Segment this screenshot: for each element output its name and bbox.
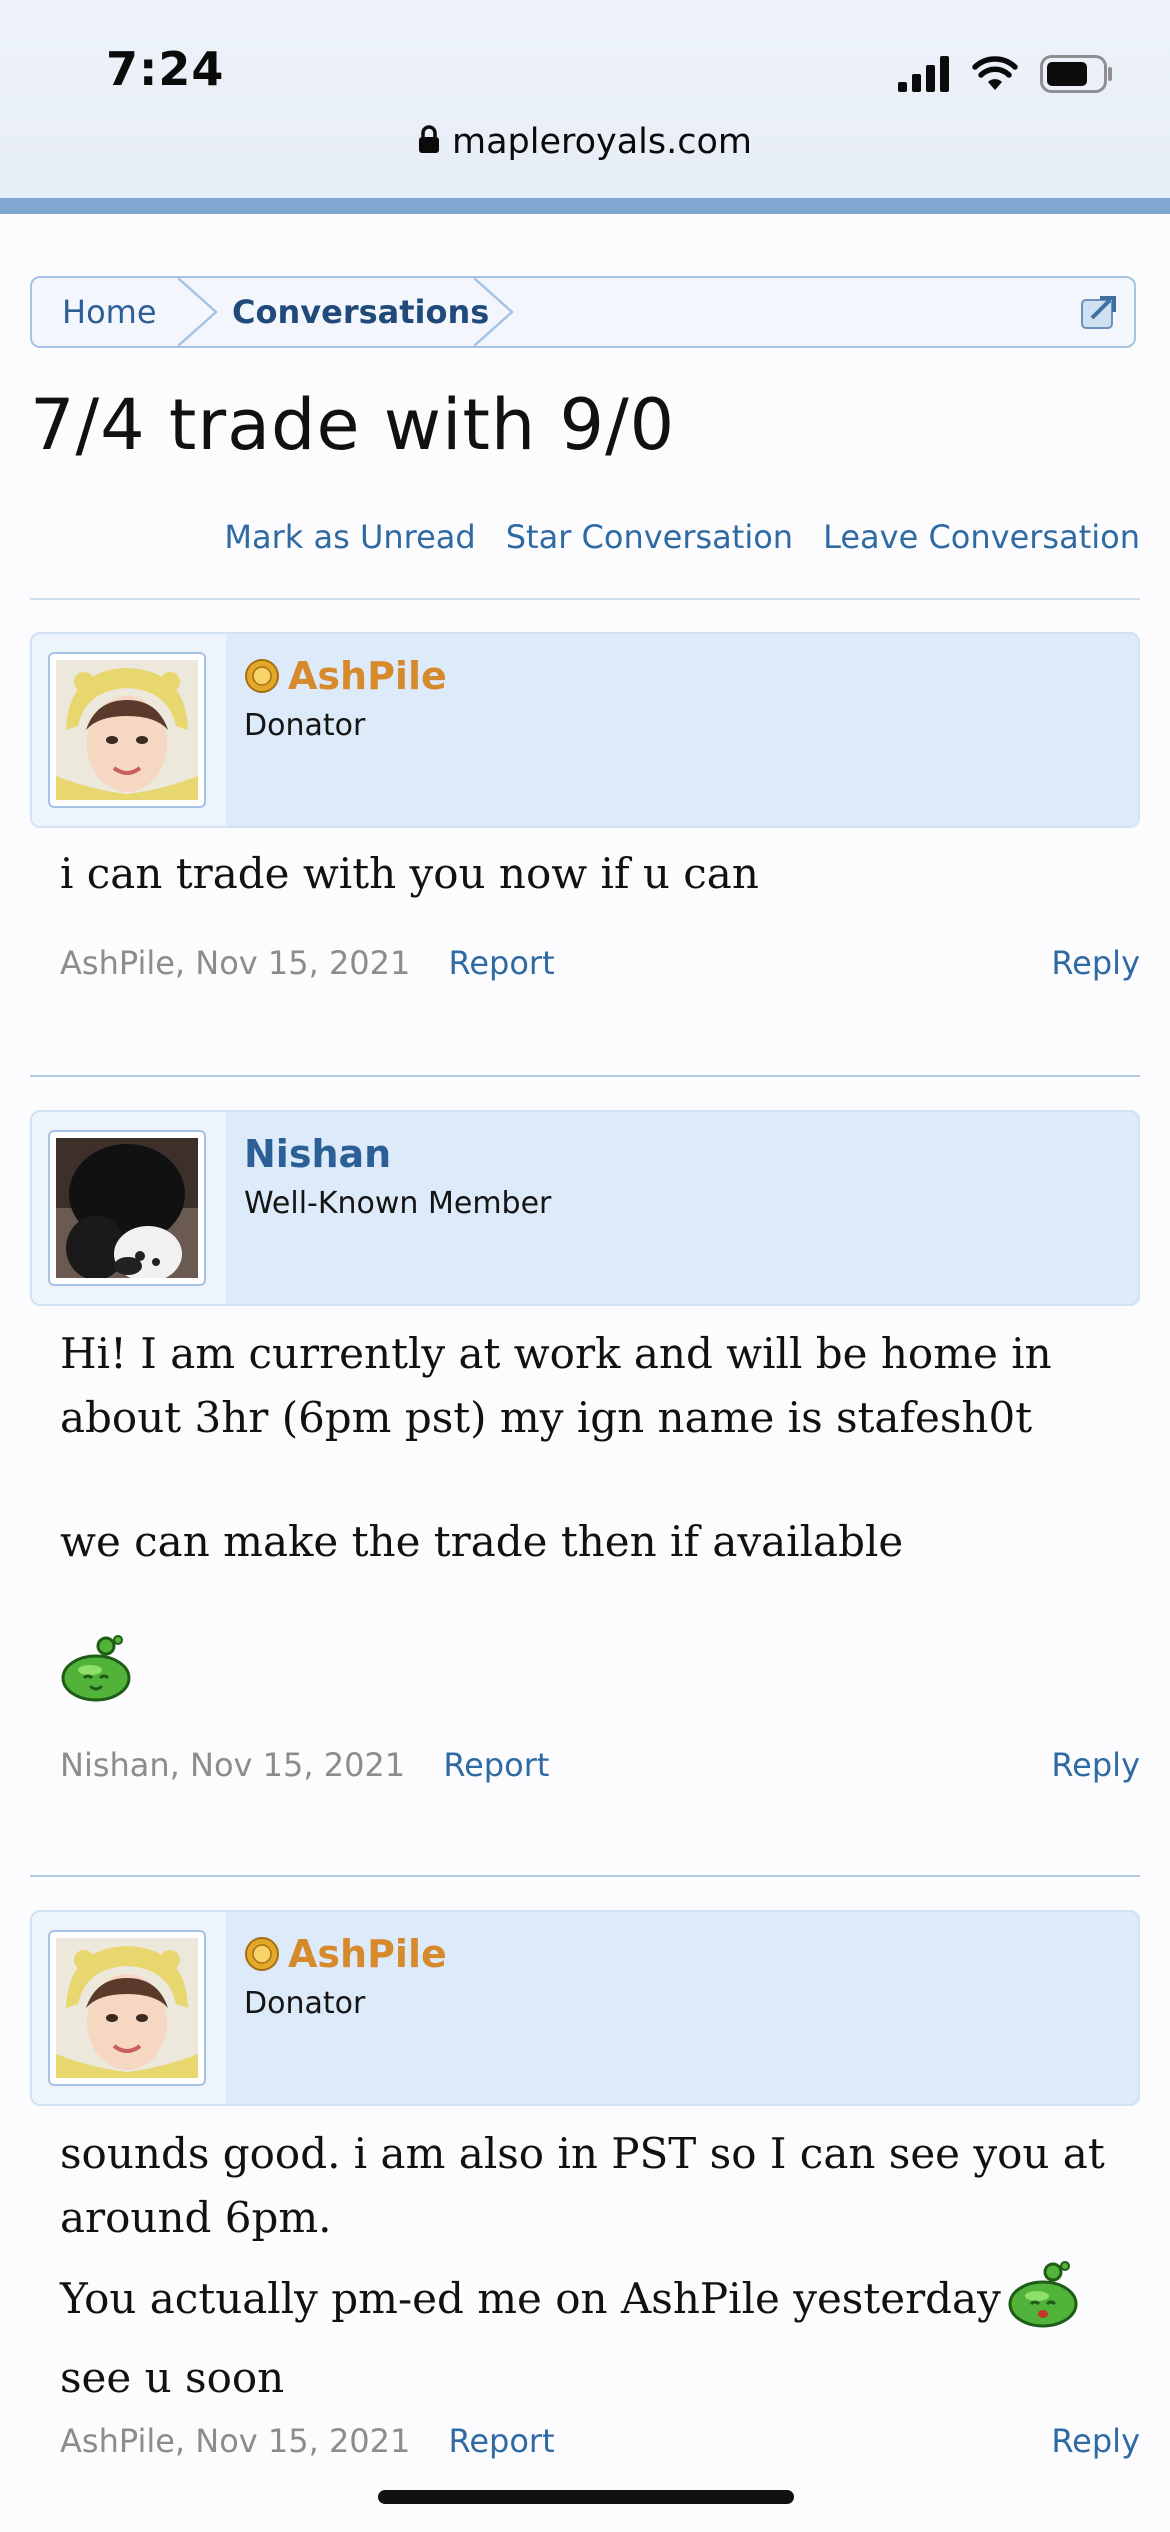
- message-divider: [30, 1875, 1140, 1877]
- browser-chrome: 7:24 mapleroyals.com: [0, 0, 1170, 198]
- wifi-icon: [972, 56, 1018, 90]
- author-name-text: AshPile: [288, 1932, 447, 1976]
- message-author-block: AshPile Donator: [30, 1910, 1140, 2106]
- message-text: i can trade with you now if u can: [60, 849, 759, 898]
- message: AshPile Donator i can trade with you now…: [30, 632, 1140, 1032]
- meta-date: Nov 15, 2021: [190, 1746, 406, 1784]
- author-name-text: Nishan: [244, 1132, 392, 1176]
- breadcrumb-home[interactable]: Home: [62, 278, 157, 346]
- report-link[interactable]: Report: [449, 2422, 555, 2460]
- author-name[interactable]: AshPile: [244, 654, 447, 698]
- breadcrumb: Home Conversations: [30, 276, 1136, 348]
- reply-link[interactable]: Reply: [1051, 944, 1140, 982]
- reply-link[interactable]: Reply: [1051, 1746, 1140, 1784]
- signal-icon: [898, 56, 949, 92]
- avatar-column: [32, 1112, 226, 1304]
- message-body: Hi! I am currently at work and will be h…: [60, 1322, 1130, 1706]
- site-header-rule: [0, 198, 1170, 214]
- slime-emoji-icon: [1007, 2258, 1079, 2346]
- message-text: sounds good. i am also in PST so I can s…: [60, 2129, 1105, 2242]
- user-title: Donator: [244, 708, 366, 743]
- message-divider: [30, 1075, 1140, 1077]
- slime-emoji-icon: [60, 1632, 1130, 1706]
- author-name[interactable]: Nishan: [244, 1132, 391, 1176]
- breadcrumb-conversations[interactable]: Conversations: [232, 278, 489, 346]
- url-text: mapleroyals.com: [451, 122, 753, 162]
- message: AshPile Donator sounds good. i am also i…: [30, 1910, 1140, 2460]
- page-title: 7/4 trade with 9/0: [30, 384, 676, 466]
- meta-date: Nov 15, 2021: [195, 2422, 411, 2460]
- avatar[interactable]: [48, 1930, 206, 2086]
- message-text: You actually pm-ed me on AshPile yesterd…: [60, 2258, 1130, 2410]
- report-link[interactable]: Report: [449, 944, 555, 982]
- message-body: i can trade with you now if u can: [60, 842, 1130, 906]
- popout-icon[interactable]: [1080, 294, 1118, 330]
- message-meta: AshPile, Nov 15, 2021 Report Reply: [60, 944, 1140, 982]
- message-body: sounds good. i am also in PST so I can s…: [60, 2122, 1130, 2410]
- message-meta: AshPile, Nov 15, 2021 Report Reply: [60, 2422, 1140, 2460]
- url-bar[interactable]: mapleroyals.com: [0, 122, 1170, 163]
- avatar[interactable]: [48, 652, 206, 808]
- status-time: 7:24: [106, 42, 225, 96]
- mark-unread-link[interactable]: Mark as Unread: [224, 518, 475, 556]
- avatar-column: [32, 1912, 226, 2104]
- meta-author[interactable]: AshPile: [60, 2422, 175, 2460]
- divider: [30, 598, 1140, 600]
- breadcrumb-separator-icon: [473, 278, 514, 346]
- conversation-actions: Mark as Unread Star Conversation Leave C…: [224, 518, 1140, 556]
- user-title: Well-Known Member: [244, 1186, 552, 1221]
- author-name[interactable]: AshPile: [244, 1932, 447, 1976]
- message: Nishan Well-Known Member Hi! I am curren…: [30, 1110, 1140, 1810]
- meta-date: Nov 15, 2021: [195, 944, 411, 982]
- donator-badge-icon: [245, 1937, 279, 1971]
- message-text: we can make the trade then if available: [60, 1517, 904, 1566]
- message-author-block: AshPile Donator: [30, 632, 1140, 828]
- leave-conversation-link[interactable]: Leave Conversation: [823, 518, 1140, 556]
- home-indicator[interactable]: [378, 2490, 794, 2504]
- breadcrumb-separator-icon: [177, 278, 218, 346]
- report-link[interactable]: Report: [443, 1746, 549, 1784]
- avatar-column: [32, 634, 226, 826]
- message-author-block: Nishan Well-Known Member: [30, 1110, 1140, 1306]
- battery-icon: [1040, 55, 1112, 93]
- meta-author[interactable]: AshPile: [60, 944, 175, 982]
- lock-icon: [418, 123, 440, 163]
- reply-link[interactable]: Reply: [1051, 2422, 1140, 2460]
- donator-badge-icon: [245, 659, 279, 693]
- avatar[interactable]: [48, 1130, 206, 1286]
- author-name-text: AshPile: [288, 654, 447, 698]
- message-meta: Nishan, Nov 15, 2021 Report Reply: [60, 1746, 1140, 1784]
- meta-author[interactable]: Nishan: [60, 1746, 170, 1784]
- message-text: Hi! I am currently at work and will be h…: [60, 1329, 1052, 1442]
- status-icons: [898, 52, 1114, 96]
- star-conversation-link[interactable]: Star Conversation: [506, 518, 793, 556]
- user-title: Donator: [244, 1986, 366, 2021]
